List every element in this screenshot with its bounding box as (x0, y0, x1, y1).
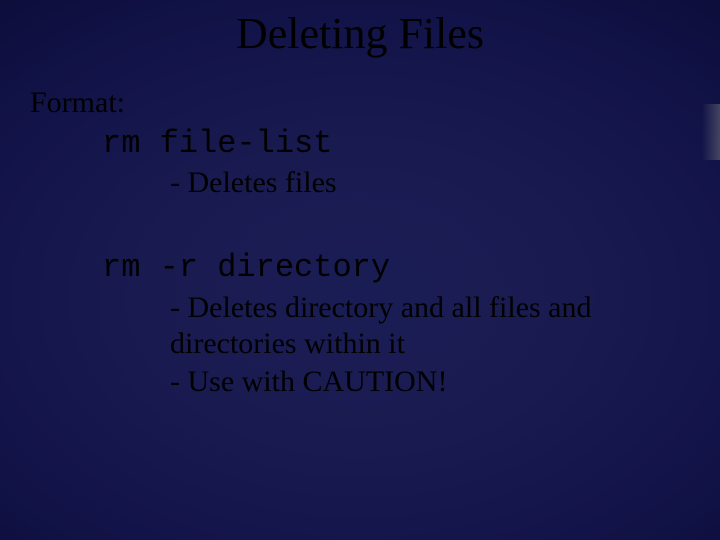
slide: Deleting Files Format: rm file-list - De… (0, 0, 720, 540)
command-2-desc-2: - Use with CAUTION! (170, 364, 690, 400)
spacer (30, 203, 690, 247)
command-2-desc-1: - Deletes directory and all files and di… (170, 290, 690, 362)
command-2: rm -r directory (102, 249, 690, 287)
format-label: Format: (30, 85, 690, 121)
slide-title: Deleting Files (0, 8, 720, 59)
command-1: rm file-list (102, 125, 690, 163)
edge-decoration (702, 104, 720, 160)
command-1-desc: - Deletes files (170, 165, 690, 201)
slide-body: Format: rm file-list - Deletes files rm … (30, 85, 690, 402)
